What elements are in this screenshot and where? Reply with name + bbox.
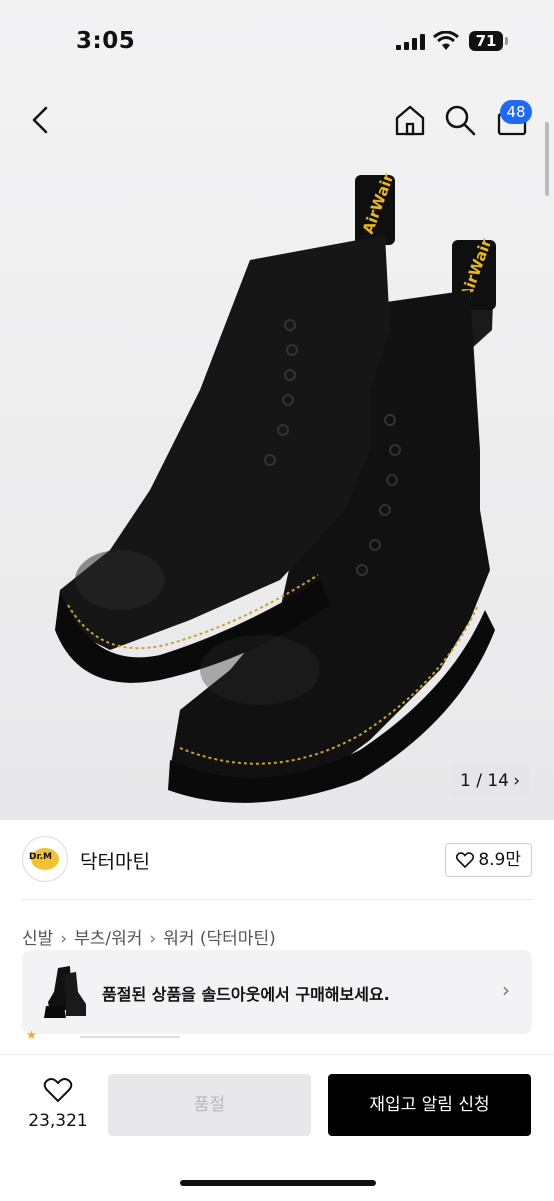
breadcrumb-item[interactable]: 워커 (닥터마틴) bbox=[163, 929, 276, 949]
signal-icon bbox=[396, 34, 426, 50]
divider bbox=[22, 899, 532, 900]
page-scrollbar[interactable] bbox=[545, 122, 549, 196]
chevron-right-icon: › bbox=[60, 929, 68, 949]
bottom-action-bar: 23,321 품절 재입고 알림 신청 bbox=[0, 1054, 554, 1201]
brand-like-button[interactable]: 8.9만 bbox=[445, 843, 532, 877]
rating-star-icon: ★ bbox=[26, 1028, 37, 1042]
favorite-count: 23,321 bbox=[28, 1111, 88, 1131]
search-icon[interactable] bbox=[442, 102, 478, 138]
chevron-right-icon: › bbox=[502, 978, 510, 1002]
image-counter-text: 1 / 14 bbox=[460, 771, 509, 791]
home-icon[interactable] bbox=[392, 102, 428, 138]
brand-like-count: 8.9만 bbox=[478, 850, 521, 870]
cart-count-badge: 48 bbox=[500, 100, 532, 124]
status-bar: 3:05 71 bbox=[0, 0, 554, 84]
image-counter[interactable]: 1 / 14 › bbox=[452, 764, 530, 798]
breadcrumb-item[interactable]: 신발 bbox=[22, 929, 53, 949]
chevron-right-icon: › bbox=[149, 929, 157, 949]
chevron-right-icon: › bbox=[513, 771, 520, 791]
breadcrumb: 신발 › 부츠/워커 › 워커 (닥터마틴) bbox=[22, 924, 276, 949]
heart-icon bbox=[456, 852, 475, 868]
home-indicator bbox=[180, 1180, 376, 1186]
soldout-banner-text: 품절된 상품을 솔드아웃에서 구매해보세요. bbox=[102, 985, 390, 1004]
wifi-icon bbox=[433, 31, 459, 50]
boot-thumbnail-image bbox=[44, 966, 86, 1018]
soldout-button: 품절 bbox=[108, 1074, 311, 1136]
back-arrow-icon[interactable] bbox=[22, 102, 58, 138]
battery-icon: 71 bbox=[469, 31, 503, 51]
heart-icon bbox=[43, 1078, 73, 1103]
favorite-button[interactable]: 23,321 bbox=[20, 1075, 96, 1139]
cutoff-underline bbox=[80, 1036, 180, 1038]
status-time: 3:05 bbox=[76, 28, 136, 54]
restock-alert-button[interactable]: 재입고 알림 신청 bbox=[328, 1074, 531, 1136]
brand-logo[interactable]: Dr.M bbox=[22, 836, 68, 882]
product-image-boots: AirWair AirWair bbox=[55, 171, 496, 803]
breadcrumb-item[interactable]: 부츠/워커 bbox=[74, 929, 142, 949]
brand-name[interactable]: 닥터마틴 bbox=[80, 847, 150, 874]
product-image-gallery[interactable]: AirWair AirWair 3:05 71 48 1 / 14 › bbox=[0, 0, 554, 820]
soldout-banner[interactable]: 품절된 상품을 솔드아웃에서 구매해보세요. › bbox=[22, 950, 532, 1034]
brand-row[interactable]: Dr.M 닥터마틴 8.9만 bbox=[22, 836, 532, 884]
battery-tip bbox=[505, 37, 508, 45]
